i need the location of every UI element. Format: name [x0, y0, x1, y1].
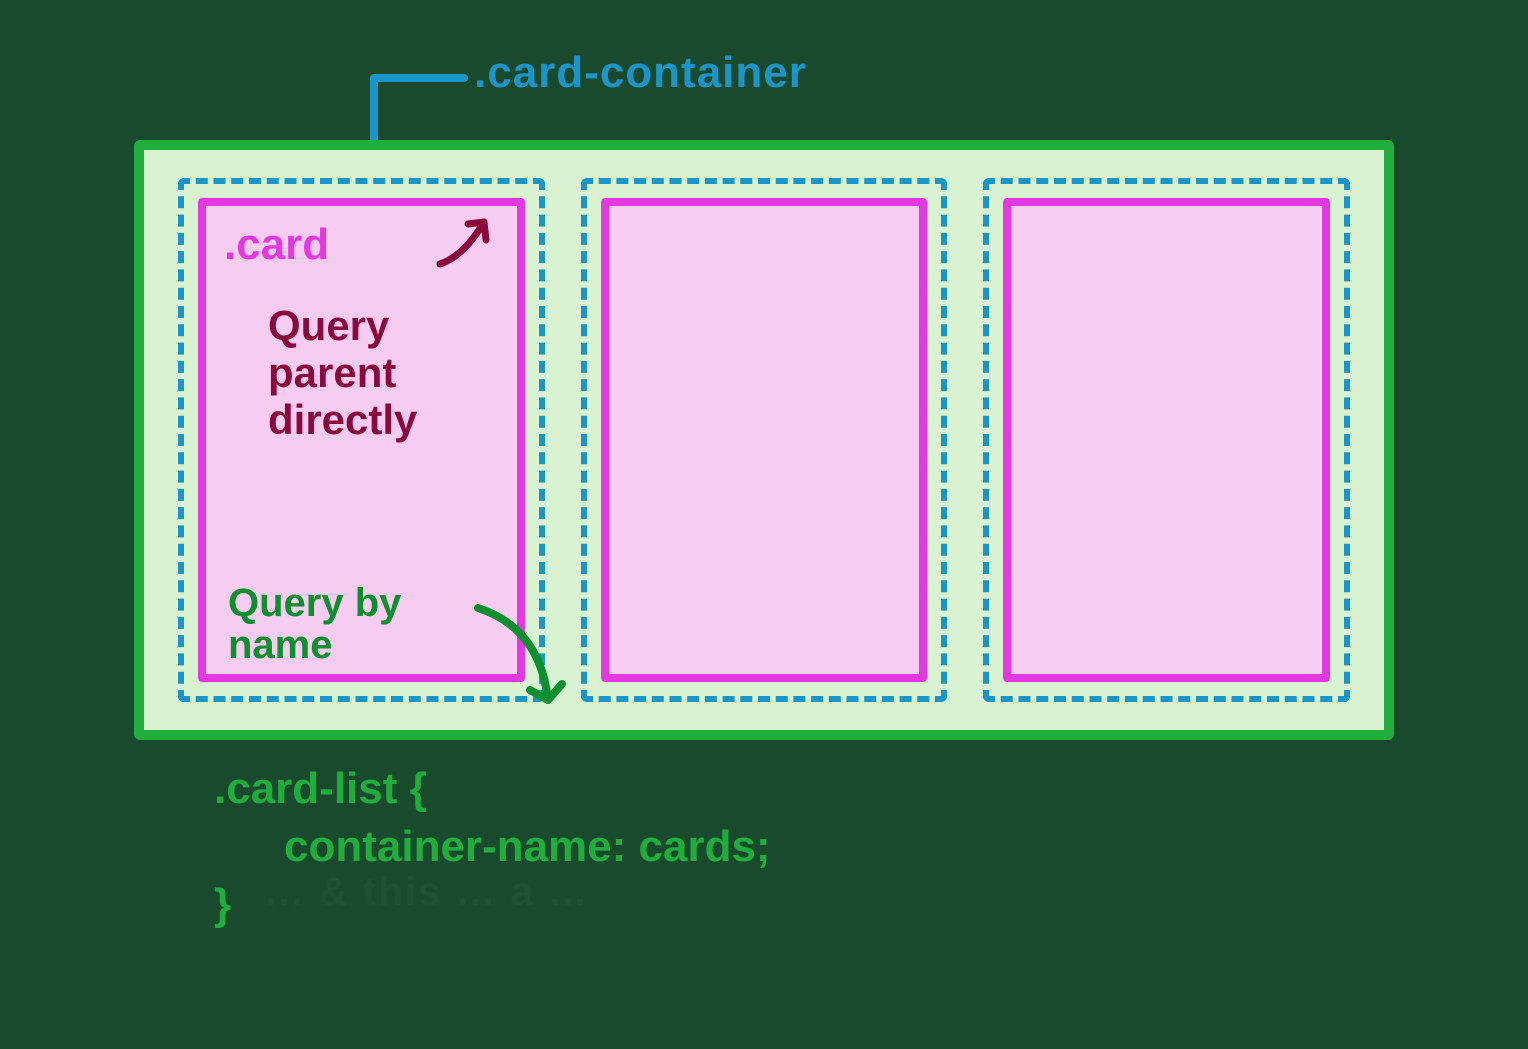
- card-list: .card Query parent directly Query by nam…: [134, 140, 1394, 740]
- code-line-1: .card-list {: [214, 760, 771, 818]
- card-3: [1003, 198, 1330, 682]
- arrow-to-card-border-icon: [434, 204, 514, 276]
- card-container-1: .card Query parent directly Query by nam…: [178, 178, 545, 702]
- card-container-2: [581, 178, 948, 702]
- annotation-query-parent: Query parent directly: [268, 302, 417, 443]
- diagram-stage: .card-container .card Query parent direc…: [64, 40, 1464, 1000]
- label-card-class: .card: [224, 220, 329, 270]
- card-2: [601, 198, 928, 682]
- label-card-container: .card-container: [474, 48, 807, 98]
- card-container-3: [983, 178, 1350, 702]
- arrow-to-code-icon: [470, 600, 600, 730]
- code-line-2: container-name: cards;: [214, 818, 771, 876]
- card-1: .card Query parent directly Query by nam…: [198, 198, 525, 682]
- css-code-annotation: .card-list { container-name: cards; }: [214, 760, 771, 934]
- code-line-3: }: [214, 876, 771, 934]
- annotation-query-by-name: Query by name: [228, 582, 401, 666]
